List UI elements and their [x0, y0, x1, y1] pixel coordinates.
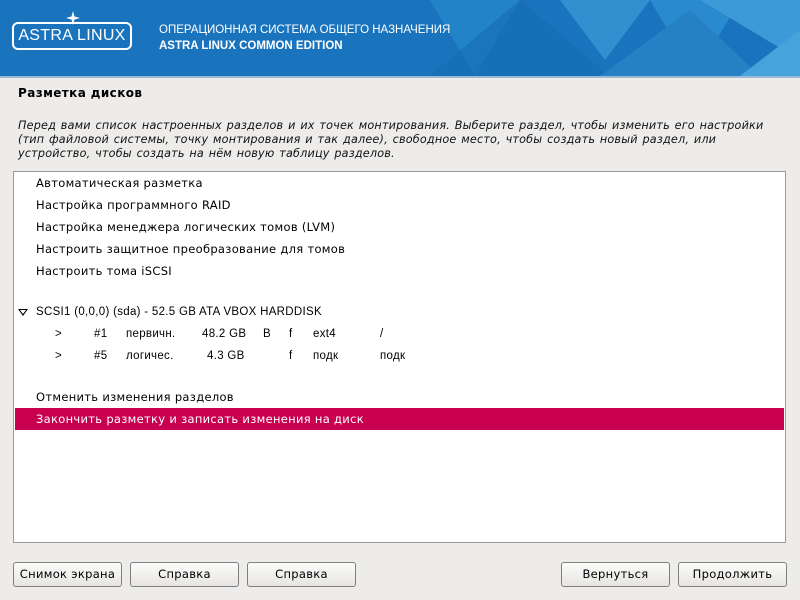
star-icon — [66, 11, 80, 25]
page-title: Разметка дисков — [18, 86, 143, 100]
help-button-2[interactable]: Справка — [247, 562, 356, 587]
partition-number: #1 — [94, 328, 108, 340]
list-item-raid[interactable]: Настройка программного RAID — [15, 194, 784, 216]
partition-type: первичн. — [126, 328, 176, 340]
header-banner: ASTRA LINUX ОПЕРАЦИОННАЯ СИСТЕМА ОБЩЕГО … — [0, 0, 800, 76]
page-description: Перед вами список настроенных разделов и… — [18, 119, 764, 160]
list-item-partition-5[interactable]: > #5 логичес. 4.3 GB f подк подк — [15, 345, 784, 367]
disk-label: SCSI1 (0,0,0) (sda) - 52.5 GB ATA VBOX H… — [36, 306, 322, 318]
astra-linux-logo: ASTRA LINUX — [12, 22, 132, 50]
partition-number: #5 — [94, 350, 108, 362]
partition-size: 48.2 GB — [202, 328, 247, 340]
partition-list[interactable]: Автоматическая разметка Настройка програ… — [13, 171, 786, 543]
list-item-label: Автоматическая разметка — [36, 176, 203, 190]
screenshot-button[interactable]: Снимок экрана — [13, 562, 122, 587]
list-item-disk[interactable]: SCSI1 (0,0,0) (sda) - 52.5 GB ATA VBOX H… — [15, 301, 784, 323]
partition-mountpoint: подк — [380, 350, 406, 362]
partition-marker: > — [55, 328, 63, 340]
list-item-finish-partitioning[interactable]: Закончить разметку и записать изменения … — [15, 408, 784, 430]
expand-triangle-icon[interactable] — [18, 309, 28, 316]
list-item-undo-changes[interactable]: Отменить изменения разделов — [15, 386, 784, 408]
partition-format-flag: f — [289, 350, 293, 362]
partition-mountpoint: / — [380, 328, 384, 340]
list-item-label: Настроить защитное преобразование для то… — [36, 242, 346, 256]
partition-size: 4.3 GB — [207, 350, 245, 362]
banner-divider — [0, 76, 800, 78]
partition-type: логичес. — [126, 350, 174, 362]
list-item-label: Закончить разметку и записать изменения … — [36, 412, 364, 426]
list-item-lvm[interactable]: Настройка менеджера логических томов (LV… — [15, 216, 784, 238]
list-item-auto-partition[interactable]: Автоматическая разметка — [15, 172, 784, 194]
os-title-block: ОПЕРАЦИОННАЯ СИСТЕМА ОБЩЕГО НАЗНАЧЕНИЯ A… — [159, 22, 450, 54]
help-button[interactable]: Справка — [130, 562, 239, 587]
list-item-label: Настройка менеджера логических томов (LV… — [36, 220, 336, 234]
list-item-iscsi[interactable]: Настроить тома iSCSI — [15, 260, 784, 282]
back-button[interactable]: Вернуться — [561, 562, 670, 587]
partition-boot-flag: B — [263, 328, 271, 340]
partition-marker: > — [55, 350, 63, 362]
list-item-label: Настройка программного RAID — [36, 198, 231, 212]
partition-format-flag: f — [289, 328, 293, 340]
os-subtitle: ASTRA LINUX COMMON EDITION — [159, 40, 343, 52]
partition-filesystem: ext4 — [313, 328, 336, 340]
list-item-label: Настроить тома iSCSI — [36, 264, 172, 278]
list-item-encryption[interactable]: Настроить защитное преобразование для то… — [15, 238, 784, 260]
partition-filesystem: подк — [313, 350, 339, 362]
continue-button[interactable]: Продолжить — [678, 562, 787, 587]
list-item-partition-1[interactable]: > #1 первичн. 48.2 GB B f ext4 / — [15, 323, 784, 345]
os-title: ОПЕРАЦИОННАЯ СИСТЕМА ОБЩЕГО НАЗНАЧЕНИЯ — [159, 24, 451, 36]
list-item-label: Отменить изменения разделов — [36, 390, 234, 404]
